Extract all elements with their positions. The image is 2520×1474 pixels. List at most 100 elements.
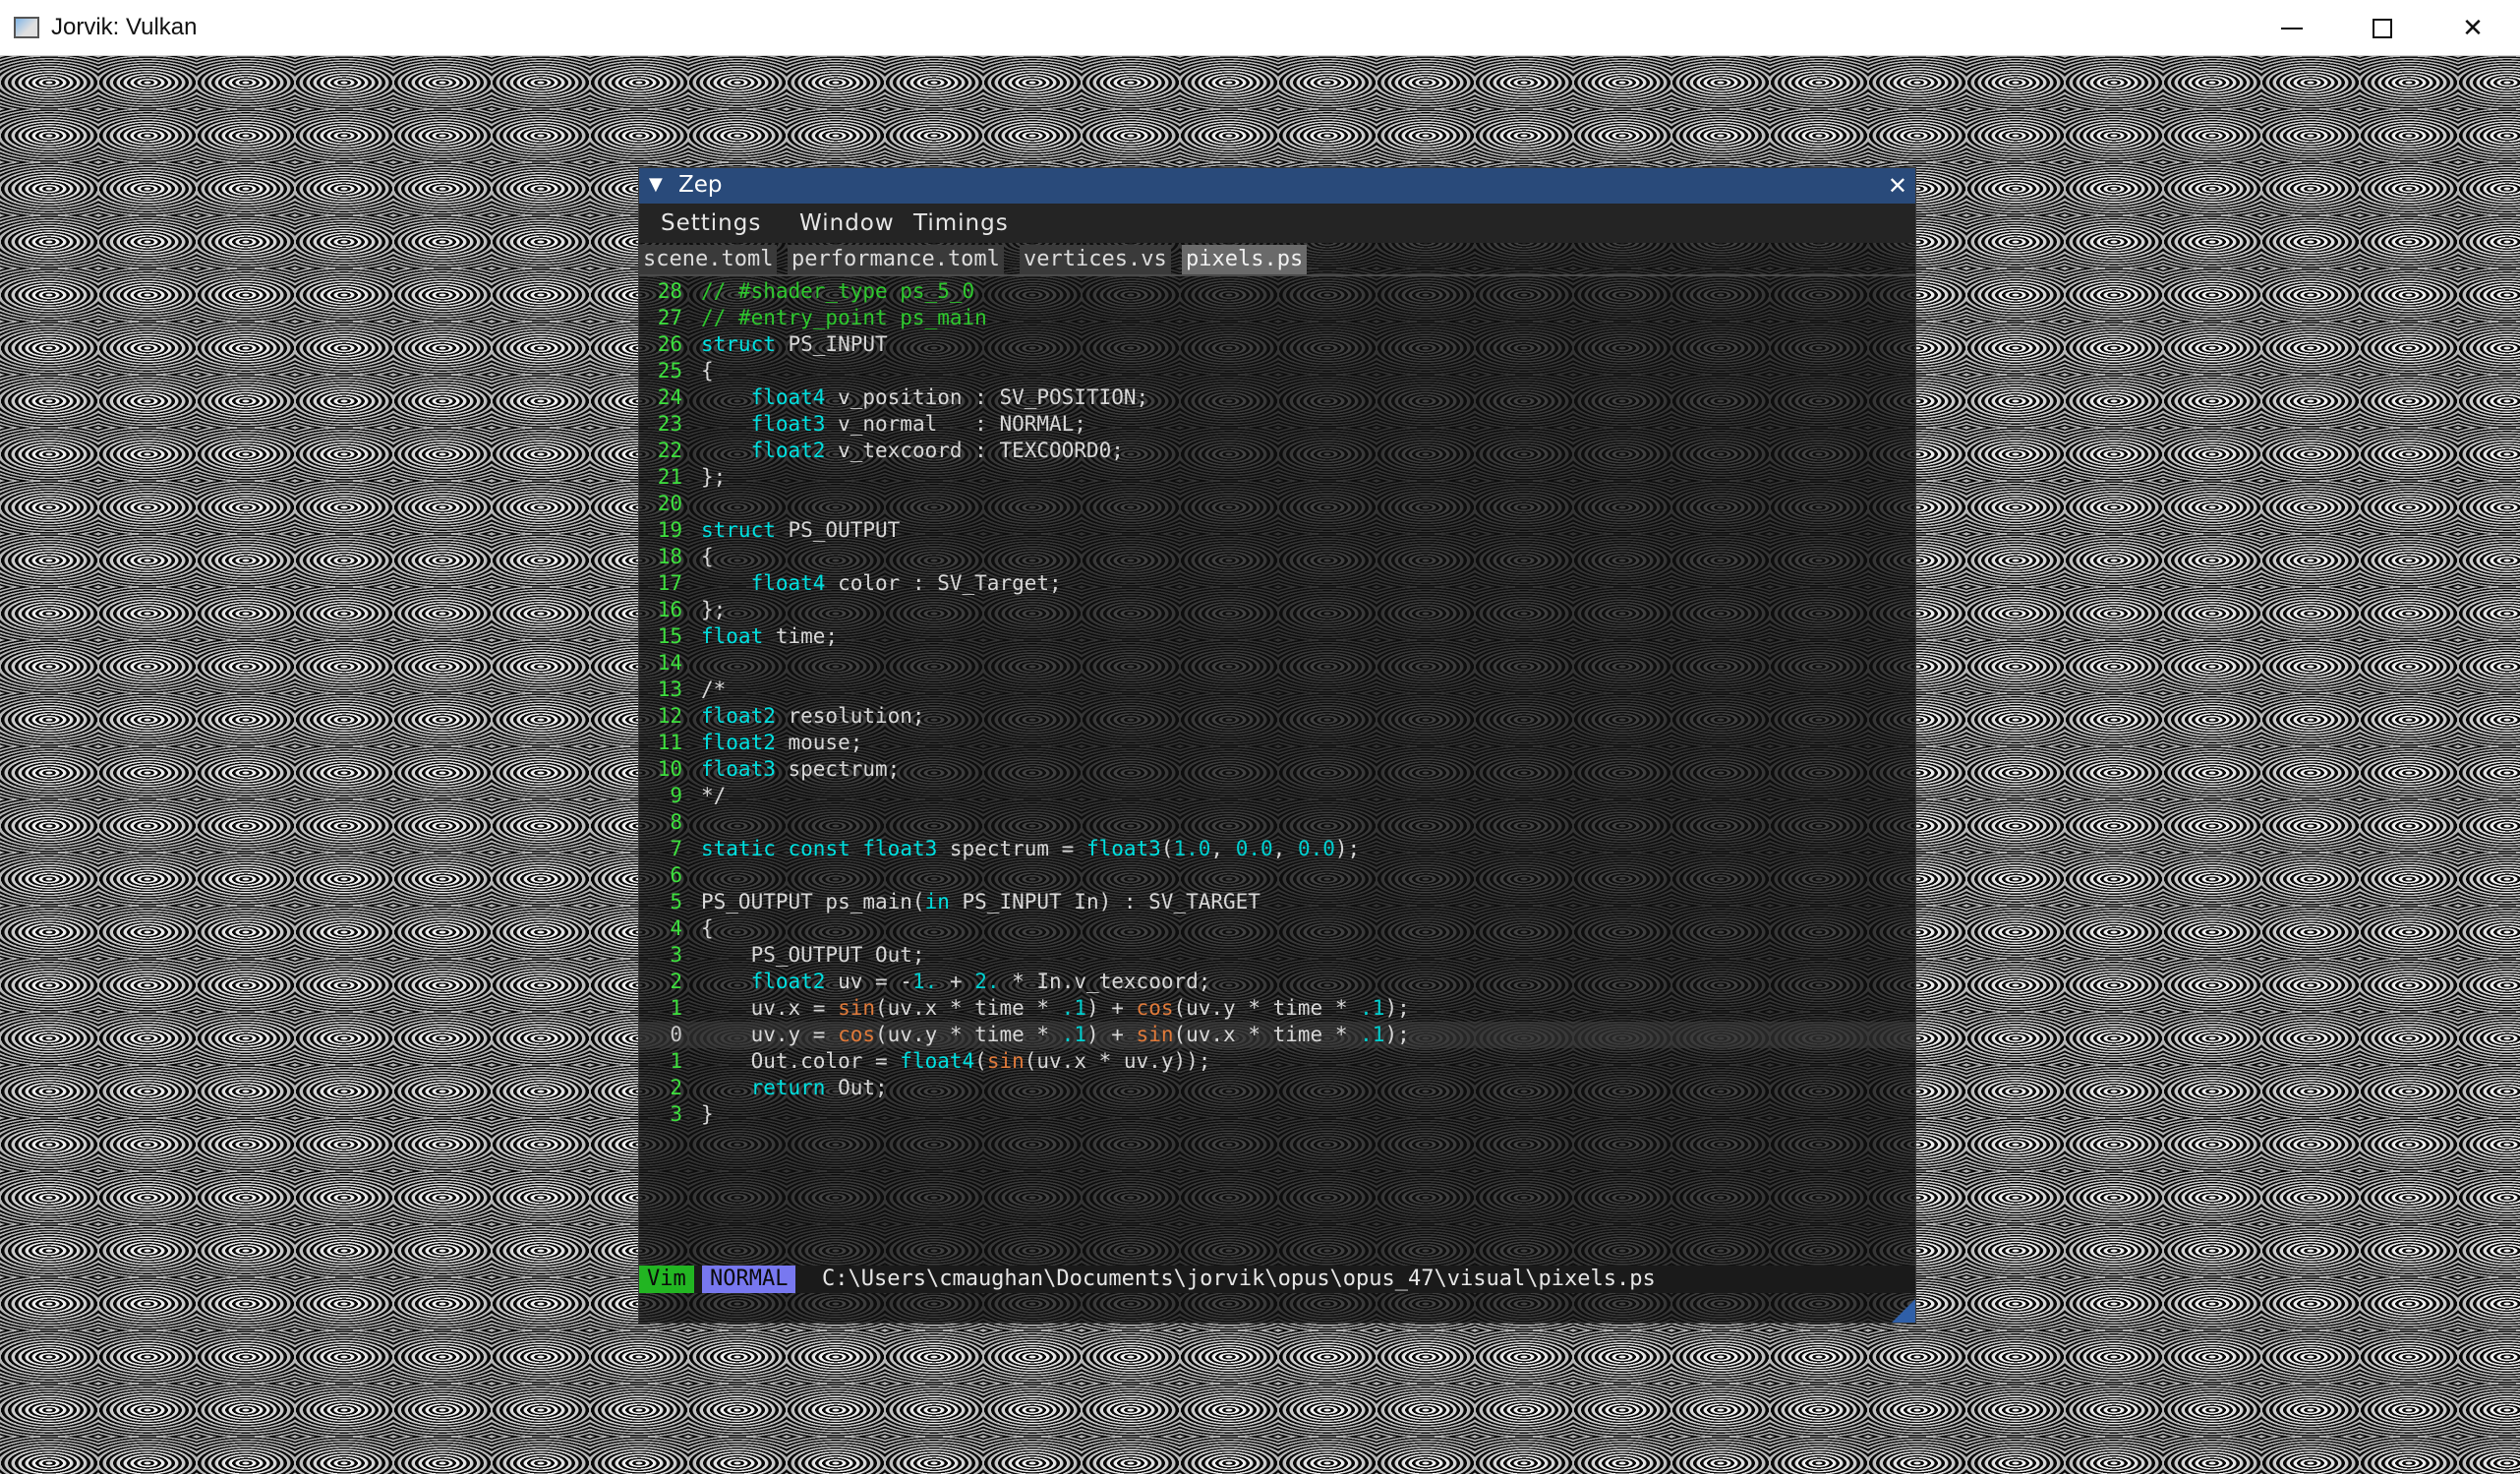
line-number: 28 <box>657 279 682 303</box>
line-number: 11 <box>657 731 682 754</box>
maximize-button[interactable] <box>2337 0 2428 56</box>
code-text: */ <box>701 784 727 807</box>
code-line[interactable]: 1 uv.x = sin(uv.x * time * .1) + cos(uv.… <box>639 995 1915 1022</box>
line-number: 4 <box>670 916 682 940</box>
line-number: 26 <box>657 332 682 356</box>
code-text: float2 uv = -1. + 2. * In.v_texcoord; <box>750 970 1211 993</box>
code-line[interactable]: 28 // #shader_type ps_5_0 <box>639 278 1915 305</box>
code-line[interactable]: 3} <box>639 1101 1915 1128</box>
menu-timings[interactable]: Timings <box>913 210 1009 236</box>
line-number: 2 <box>670 1076 682 1099</box>
code-text: }; <box>701 465 727 489</box>
window-title: Jorvik: Vulkan <box>51 14 198 40</box>
line-number: 10 <box>657 757 682 781</box>
code-line[interactable]: 23 float3 v_normal : NORMAL; <box>639 411 1915 438</box>
line-number: 5 <box>670 890 682 914</box>
code-line[interactable]: 0 uv.y = cos(uv.y * time * .1) + sin(uv.… <box>639 1022 1915 1048</box>
code-line[interactable]: 14 <box>639 650 1915 677</box>
code-text: float3 spectrum; <box>701 757 901 781</box>
minimize-icon <box>2281 27 2303 29</box>
code-text: float time; <box>701 624 839 648</box>
tab-performance-toml[interactable]: performance.toml <box>788 245 1004 274</box>
line-number: 21 <box>657 465 682 489</box>
tab-scene-toml[interactable]: scene.toml <box>639 245 778 274</box>
code-line[interactable]: 6 <box>639 862 1915 889</box>
minimize-button[interactable] <box>2247 0 2337 56</box>
code-line[interactable]: 7 static const float3 spectrum = float3(1… <box>639 836 1915 862</box>
line-number: 8 <box>670 810 682 834</box>
code-line[interactable]: 11 float2 mouse; <box>639 730 1915 756</box>
code-line[interactable]: 2 return Out; <box>639 1075 1915 1101</box>
code-line[interactable]: 27 // #entry_point ps_main <box>639 305 1915 331</box>
window-titlebar: Jorvik: Vulkan ✕ <box>0 0 2520 56</box>
code-line[interactable]: 20 <box>639 491 1915 517</box>
line-number: 2 <box>670 970 682 993</box>
line-number: 15 <box>657 624 682 648</box>
code-line[interactable]: 13 /* <box>639 677 1915 703</box>
code-line[interactable]: 1 Out.color = float4(sin(uv.x * uv.y)); <box>639 1048 1915 1075</box>
code-line[interactable]: 25 { <box>639 358 1915 384</box>
code-line[interactable]: 4{ <box>639 915 1915 942</box>
line-number: 14 <box>657 651 682 675</box>
code-text: float2 mouse; <box>701 731 863 754</box>
code-text: float2 v_texcoord : TEXCOORD0; <box>750 439 1124 462</box>
resize-grip-icon[interactable] <box>1892 1299 1915 1323</box>
zep-titlebar[interactable]: ▼ Zep ✕ <box>639 168 1915 204</box>
line-number: 17 <box>657 571 682 595</box>
code-line[interactable]: 17 float4 color : SV_Target; <box>639 570 1915 597</box>
code-line[interactable]: 22 float2 v_texcoord : TEXCOORD0; <box>639 438 1915 464</box>
line-number: 20 <box>657 492 682 515</box>
code-line[interactable]: 9 */ <box>639 783 1915 809</box>
code-text: float4 color : SV_Target; <box>750 571 1062 595</box>
zep-menubar: Settings Window Timings <box>639 204 1915 243</box>
app-icon <box>14 17 39 38</box>
file-tabs: scene.toml performance.toml vertices.vs … <box>639 243 1915 276</box>
line-number: 1 <box>670 1049 682 1073</box>
maximize-icon <box>2373 18 2392 38</box>
code-text: float4 v_position : SV_POSITION; <box>750 385 1149 409</box>
code-line[interactable]: 8 <box>639 809 1915 836</box>
code-text: struct PS_OUTPUT <box>701 518 901 542</box>
code-text: { <box>701 545 714 568</box>
line-number: 1 <box>670 996 682 1020</box>
code-line[interactable]: 12 float2 resolution; <box>639 703 1915 730</box>
line-number: 7 <box>670 837 682 860</box>
menu-settings[interactable]: Settings <box>661 210 761 236</box>
code-line[interactable]: 18 { <box>639 544 1915 570</box>
code-line[interactable]: 15 float time; <box>639 623 1915 650</box>
code-text: float2 resolution; <box>701 704 925 728</box>
zep-close-icon[interactable]: ✕ <box>1888 172 1907 200</box>
code-text: // #shader_type ps_5_0 <box>701 279 975 303</box>
tab-vertices-vs[interactable]: vertices.vs <box>1020 245 1171 274</box>
line-number: 23 <box>657 412 682 436</box>
tab-pixels-ps[interactable]: pixels.ps <box>1182 245 1308 274</box>
code-text: PS_OUTPUT Out; <box>701 943 925 967</box>
code-text: // #entry_point ps_main <box>701 306 987 329</box>
zep-title: Zep <box>678 172 723 198</box>
code-line[interactable]: 21}; <box>639 464 1915 491</box>
code-line[interactable]: 26 struct PS_INPUT <box>639 331 1915 358</box>
code-text: { <box>701 359 714 383</box>
code-line[interactable]: 24 float4 v_position : SV_POSITION; <box>639 384 1915 411</box>
code-text: uv.y = cos(uv.y * time * .1) + sin(uv.x … <box>701 1023 1410 1046</box>
line-number: 0 <box>670 1023 682 1046</box>
close-button[interactable]: ✕ <box>2428 0 2518 56</box>
code-text: { <box>701 916 714 940</box>
line-number: 3 <box>670 943 682 967</box>
code-line[interactable]: 19 struct PS_OUTPUT <box>639 517 1915 544</box>
code-line[interactable]: 3 PS_OUTPUT Out; <box>639 942 1915 969</box>
line-number: 18 <box>657 545 682 568</box>
code-editor[interactable]: 28// #shader_type ps_5_0 27// #entry_poin… <box>639 278 1915 1262</box>
menu-window[interactable]: Window <box>799 210 895 236</box>
collapse-triangle-icon[interactable]: ▼ <box>649 174 663 195</box>
line-number: 24 <box>657 385 682 409</box>
code-text: Out.color = float4(sin(uv.x * uv.y)); <box>701 1049 1211 1073</box>
status-bar: Vim NORMAL C:\Users\cmaughan\Documents\j… <box>639 1266 1915 1293</box>
code-line[interactable]: 16}; <box>639 597 1915 623</box>
code-text: uv.x = sin(uv.x * time * .1) + cos(uv.y … <box>701 996 1410 1020</box>
code-line[interactable]: 2 float2 uv = -1. + 2. * In.v_texcoord; <box>639 969 1915 995</box>
code-line[interactable]: 5 PS_OUTPUT ps_main(in PS_INPUT In) : SV_… <box>639 889 1915 915</box>
code-line[interactable]: 10 float3 spectrum; <box>639 756 1915 783</box>
code-text: return Out; <box>750 1076 888 1099</box>
line-number: 3 <box>670 1102 682 1126</box>
